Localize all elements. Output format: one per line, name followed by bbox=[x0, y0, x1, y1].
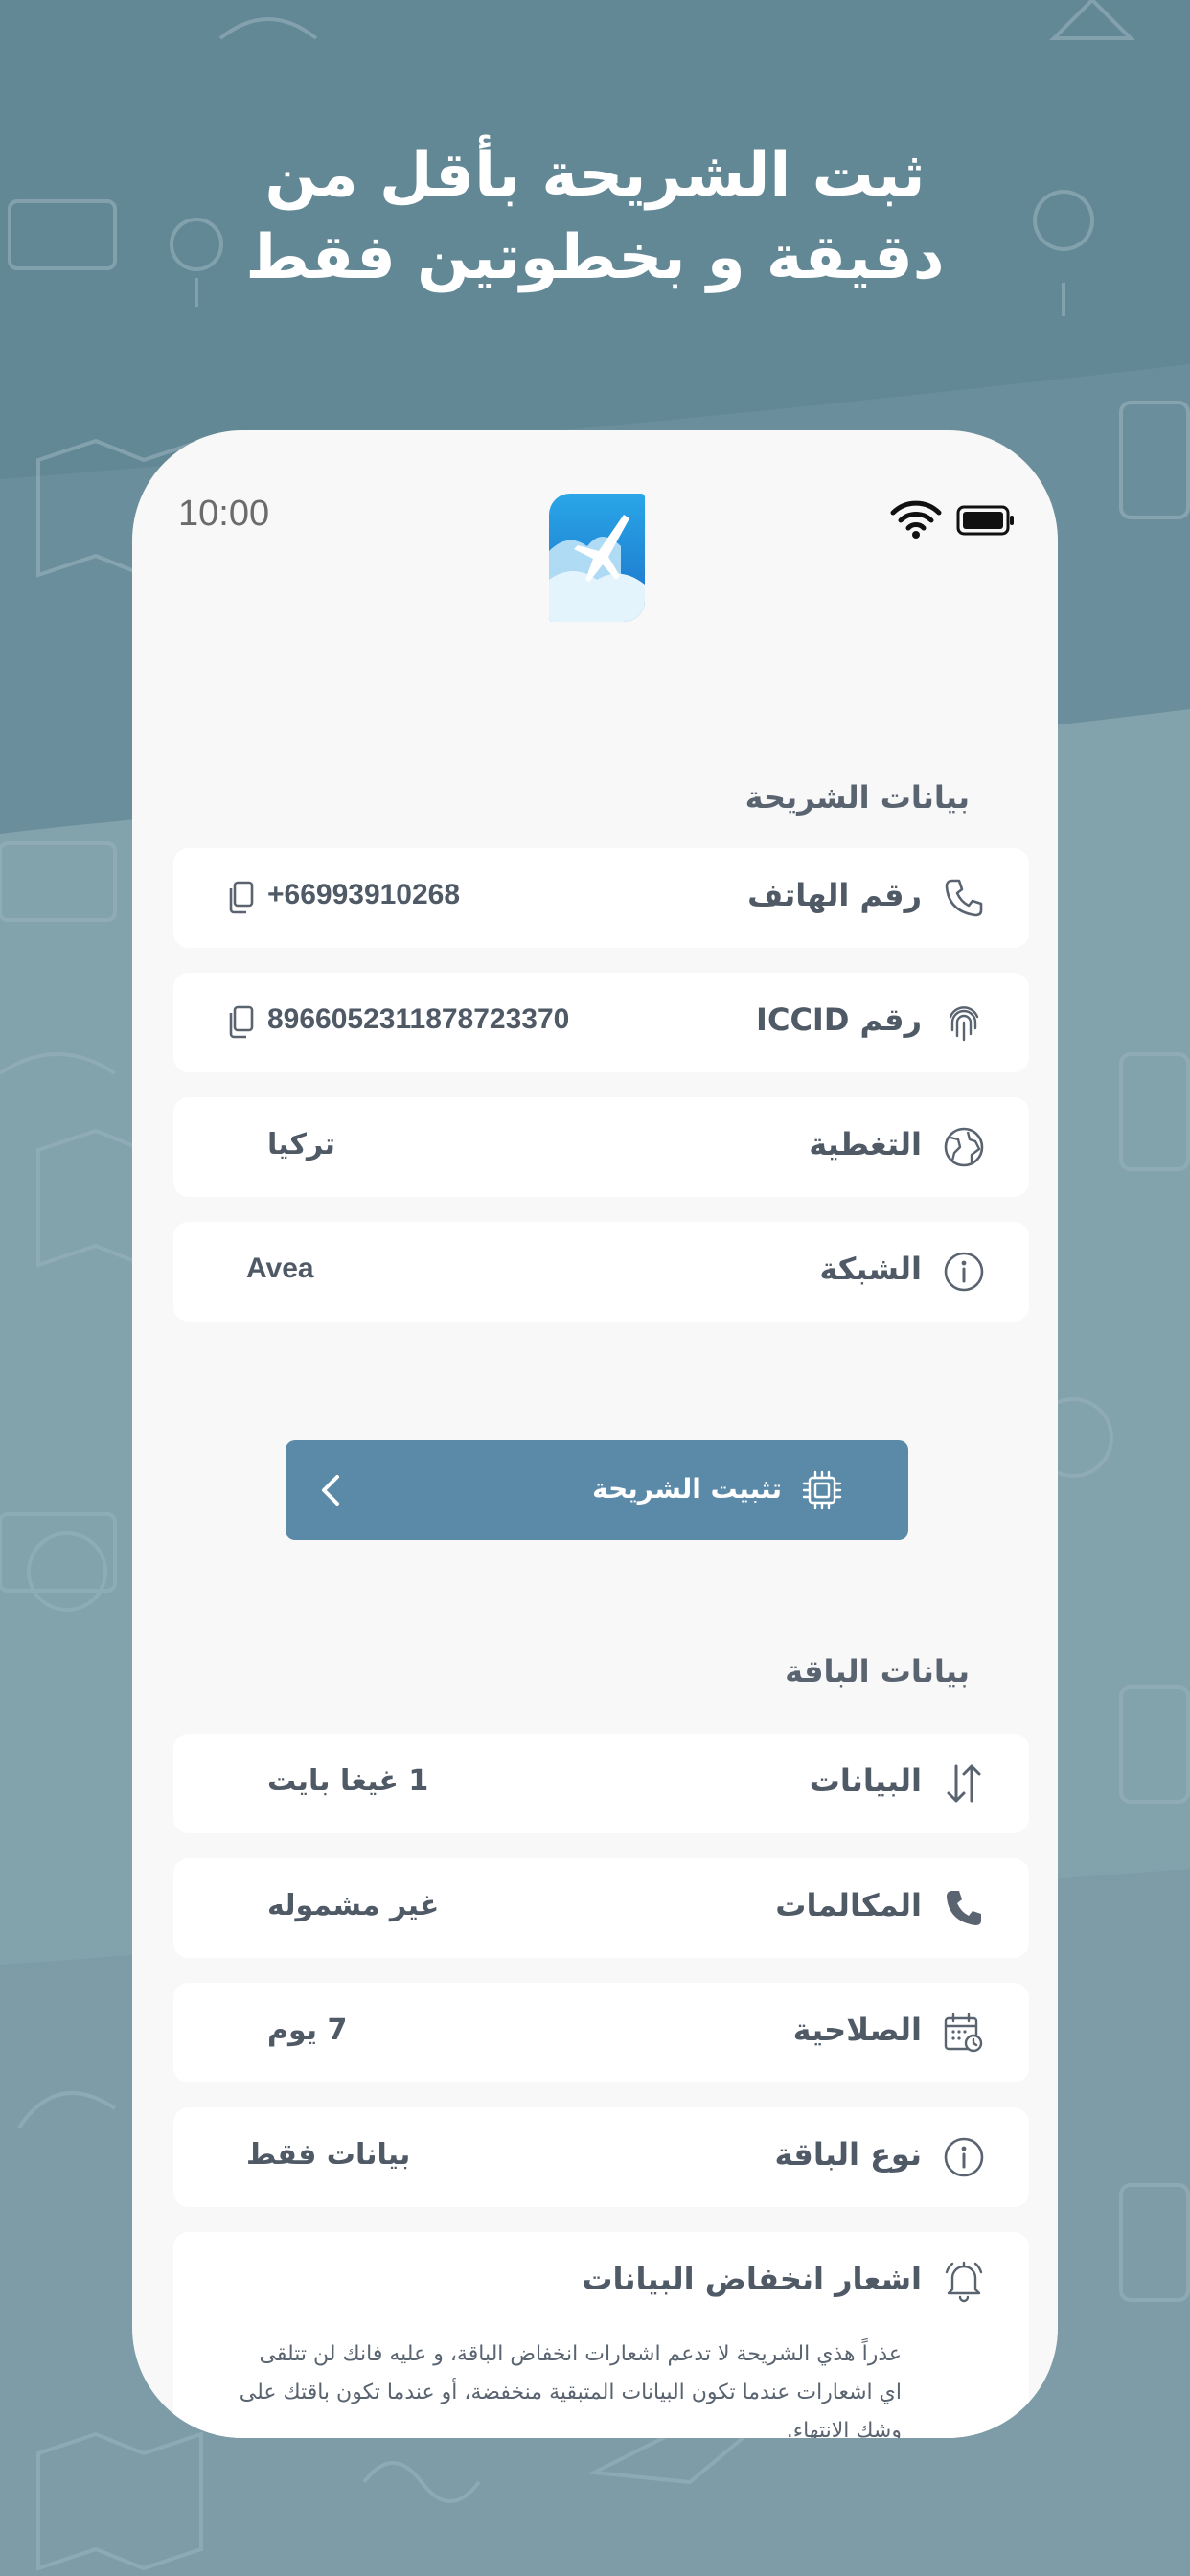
package-row-validity: الصلاحية 7 يوم bbox=[173, 1983, 1029, 2082]
install-sim-button[interactable]: تثبيت الشريحة bbox=[286, 1440, 908, 1540]
sim-row-coverage: التغطية تركيا bbox=[173, 1097, 1029, 1197]
sim-row-iccid: رقم ICCID 8966052311878723370 bbox=[173, 973, 1029, 1072]
validity-value: 7 يوم bbox=[267, 2013, 348, 2047]
sim-row-label: الشبكة bbox=[819, 1251, 922, 1287]
package-row-label: البيانات bbox=[809, 1762, 922, 1799]
info-icon bbox=[944, 1252, 984, 1292]
sim-row-label: التغطية bbox=[809, 1126, 922, 1162]
globe-icon bbox=[944, 1127, 984, 1167]
sim-section-title: بيانات الشريحة bbox=[744, 779, 970, 816]
install-sim-label: تثبيت الشريحة bbox=[592, 1473, 782, 1505]
package-row-label: نوع الباقة bbox=[774, 2136, 923, 2173]
copy-icon[interactable] bbox=[227, 881, 254, 915]
battery-icon bbox=[956, 505, 1014, 536]
info-icon bbox=[944, 2137, 984, 2177]
headline-line-2: دقيقة و بخطوتين فقط bbox=[245, 222, 945, 293]
phone-screen: 10:00 بيانات الشريحة رقم الهاتف +6699391… bbox=[132, 430, 1058, 2438]
package-row-type: نوع الباقة بيانات فقط bbox=[173, 2107, 1029, 2207]
chip-icon bbox=[802, 1470, 842, 1510]
calendar-clock-icon bbox=[944, 2012, 983, 2053]
package-row-label: المكالمات bbox=[775, 1887, 922, 1923]
bell-icon bbox=[945, 2261, 983, 2303]
iccid-value: 8966052311878723370 bbox=[267, 1003, 570, 1035]
chevron-left-icon bbox=[322, 1475, 339, 1506]
wifi-icon bbox=[890, 500, 942, 539]
copy-icon[interactable] bbox=[227, 1005, 254, 1040]
package-type-value: بيانات فقط bbox=[246, 2138, 411, 2172]
calls-value: غير مشموله bbox=[267, 1889, 440, 1922]
data-transfer-icon bbox=[947, 1764, 981, 1803]
coverage-value: تركيا bbox=[267, 1128, 335, 1162]
sim-row-phone: رقم الهاتف +66993910268 bbox=[173, 848, 1029, 948]
sim-row-network: الشبكة Avea bbox=[173, 1222, 1029, 1322]
sim-row-label: رقم الهاتف bbox=[747, 877, 922, 913]
phone-call-icon bbox=[947, 1891, 981, 1925]
package-row-label: الصلاحية bbox=[792, 2012, 922, 2048]
phone-icon bbox=[945, 879, 983, 917]
promo-headline: ثبت الشريحة بأقل من دقيقة و بخطوتين فقط bbox=[0, 134, 1190, 299]
data-amount-value: 1 غيغا بايت bbox=[267, 1764, 429, 1798]
low-data-alert-title: اشعار انخفاض البيانات bbox=[582, 2261, 922, 2297]
package-row-calls: المكالمات غير مشموله bbox=[173, 1858, 1029, 1958]
sim-row-label: رقم ICCID bbox=[756, 1001, 922, 1038]
package-section-title: بيانات الباقة bbox=[785, 1653, 970, 1690]
package-row-data: البيانات 1 غيغا بايت bbox=[173, 1734, 1029, 1833]
headline-line-1: ثبت الشريحة بأقل من bbox=[264, 140, 926, 211]
app-logo bbox=[549, 494, 645, 622]
low-data-alert-description: عذراً هذي الشريحة لا تدعم اشعارات انخفاض… bbox=[239, 2342, 902, 2438]
phone-number-value: +66993910268 bbox=[267, 879, 461, 910]
low-data-alert-card: اشعار انخفاض البيانات عذراً هذي الشريحة … bbox=[173, 2232, 1029, 2438]
fingerprint-icon bbox=[949, 1006, 979, 1042]
status-time: 10:00 bbox=[178, 494, 270, 534]
network-value: Avea bbox=[246, 1253, 314, 1284]
